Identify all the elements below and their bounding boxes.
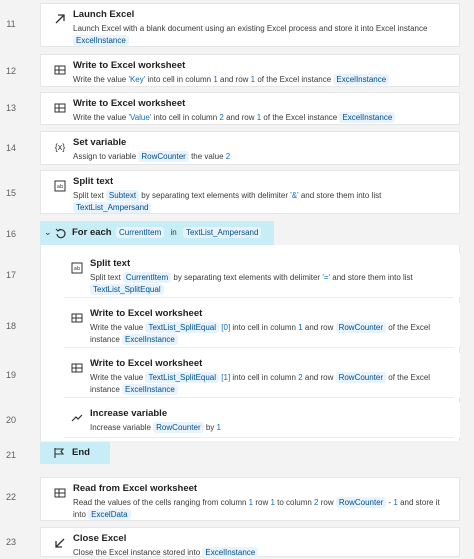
line-number: 23 xyxy=(5,537,16,547)
action-description: Increase variable RowCounter by 1 xyxy=(90,422,221,433)
variable-chip[interactable]: TextList_SplitEqual xyxy=(90,284,164,295)
variable-chip[interactable]: ExcelInstance xyxy=(122,334,178,345)
action-title: End xyxy=(72,447,90,458)
variable-chip[interactable]: RowCounter xyxy=(138,151,189,162)
line-number: 12 xyxy=(5,66,16,76)
loop-icon xyxy=(54,226,68,240)
split-text-icon: ab xyxy=(53,179,67,193)
line-number: 11 xyxy=(6,19,16,29)
action-write-worksheet-split-0[interactable]: Write to Excel worksheet Write the value… xyxy=(58,303,460,348)
action-split-text-nested[interactable]: ab Split text Split text CurrentItem by … xyxy=(58,253,460,298)
action-set-variable[interactable]: {x} Set variable Assign to variable RowC… xyxy=(40,131,460,165)
variable-chip[interactable]: ExcelData xyxy=(88,509,131,520)
action-split-text[interactable]: ab Split text Split text Subtext by sepa… xyxy=(40,170,460,214)
action-description: Split text CurrentItem by separating tex… xyxy=(90,272,413,295)
variable-chip[interactable]: TextList_SplitEqual xyxy=(145,322,220,333)
action-description: Write the value 'Key' into cell in colum… xyxy=(73,74,451,86)
action-title: Set variable xyxy=(73,137,127,148)
trend-up-icon xyxy=(70,411,84,425)
excel-sheet-icon xyxy=(53,486,67,500)
line-number: 15 xyxy=(5,188,16,198)
action-write-worksheet-split-1[interactable]: Write to Excel worksheet Write the value… xyxy=(58,353,460,398)
action-title: For each xyxy=(72,227,112,238)
variable-chip[interactable]: CurrentItem xyxy=(116,227,165,238)
excel-sheet-icon xyxy=(53,101,67,115)
line-number: 22 xyxy=(5,492,16,502)
action-title: Write to Excel worksheet xyxy=(90,358,203,369)
line-number: 19 xyxy=(5,370,16,380)
flag-icon xyxy=(52,446,66,460)
action-title: Write to Excel worksheet xyxy=(73,98,186,109)
line-number: 20 xyxy=(5,415,16,425)
variable-chip[interactable]: TextList_Ampersand xyxy=(182,227,262,238)
action-write-worksheet-key[interactable]: Write to Excel worksheet Write the value… xyxy=(40,54,460,87)
variable-chip[interactable]: ExcelInstance xyxy=(202,547,259,558)
action-description: Write the value 'Value' into cell in col… xyxy=(73,112,451,124)
variable-chip[interactable]: TextList_Ampersand xyxy=(73,202,152,213)
action-write-worksheet-value[interactable]: Write to Excel worksheet Write the value… xyxy=(40,92,460,125)
action-title: Write to Excel worksheet xyxy=(73,60,186,71)
action-close-excel[interactable]: Close Excel Close the Excel instance sto… xyxy=(40,527,460,559)
excel-sheet-icon xyxy=(53,63,67,77)
arrow-down-left-icon xyxy=(53,536,67,550)
line-number: 17 xyxy=(5,270,16,280)
action-description: Launch Excel with a blank document using… xyxy=(73,24,428,46)
split-text-icon: ab xyxy=(70,261,84,275)
variable-chip[interactable]: ExcelInstance xyxy=(122,384,178,395)
line-number: 13 xyxy=(5,103,16,113)
variable-chip[interactable]: TextList_SplitEqual xyxy=(145,372,220,383)
variable-chip[interactable]: RowCounter xyxy=(335,322,387,333)
action-description: Split text Subtext by separating text el… xyxy=(73,190,382,213)
variable-braces-icon: {x} xyxy=(54,142,66,152)
action-increase-variable[interactable]: Increase variable Increase variable RowC… xyxy=(58,403,460,438)
action-title: Close Excel xyxy=(73,533,127,544)
line-number: 18 xyxy=(5,321,16,331)
variable-chip[interactable]: RowCounter xyxy=(335,497,387,508)
excel-sheet-icon xyxy=(70,361,84,375)
variable-chip[interactable]: Subtext xyxy=(105,190,140,201)
action-title: Split text xyxy=(90,258,131,269)
action-title: Read from Excel worksheet xyxy=(73,483,198,494)
action-description: Assign to variable RowCounter the value … xyxy=(73,151,231,162)
arrow-up-right-icon xyxy=(53,12,67,26)
line-number: 21 xyxy=(5,450,16,460)
line-number: 14 xyxy=(5,143,16,153)
variable-chip[interactable]: ExcelInstance xyxy=(73,35,129,46)
action-description: Read the values of the cells ranging fro… xyxy=(73,497,440,520)
action-description: Write the value TextList_SplitEqual [0] … xyxy=(90,322,431,345)
action-for-each[interactable]: ⌄ For each CurrentItem in TextList_Amper… xyxy=(40,221,274,245)
action-end[interactable]: End xyxy=(40,442,110,464)
action-read-worksheet[interactable]: Read from Excel worksheet Read the value… xyxy=(40,477,460,521)
chevron-down-icon[interactable]: ⌄ xyxy=(44,227,52,238)
for-each-params: CurrentItem in TextList_Ampersand xyxy=(116,227,262,238)
variable-chip[interactable]: ExcelInstance xyxy=(339,112,396,123)
action-description: Write the value TextList_SplitEqual [1] … xyxy=(90,372,431,395)
action-title: Increase variable xyxy=(90,408,168,419)
excel-sheet-icon xyxy=(70,311,84,325)
action-description: Close the Excel instance stored into Exc… xyxy=(73,547,451,559)
variable-chip[interactable]: RowCounter xyxy=(335,372,387,383)
action-title: Launch Excel xyxy=(73,9,135,20)
action-title: Split text xyxy=(73,176,114,187)
svg-text:ab: ab xyxy=(74,266,80,272)
svg-text:ab: ab xyxy=(57,184,63,190)
action-launch-excel[interactable]: Launch Excel Launch Excel with a blank d… xyxy=(40,3,460,47)
action-title: Write to Excel worksheet xyxy=(90,308,203,319)
variable-chip[interactable]: CurrentItem xyxy=(122,272,172,283)
line-number: 16 xyxy=(5,229,16,239)
variable-chip[interactable]: ExcelInstance xyxy=(333,74,390,85)
variable-chip[interactable]: RowCounter xyxy=(153,422,204,433)
